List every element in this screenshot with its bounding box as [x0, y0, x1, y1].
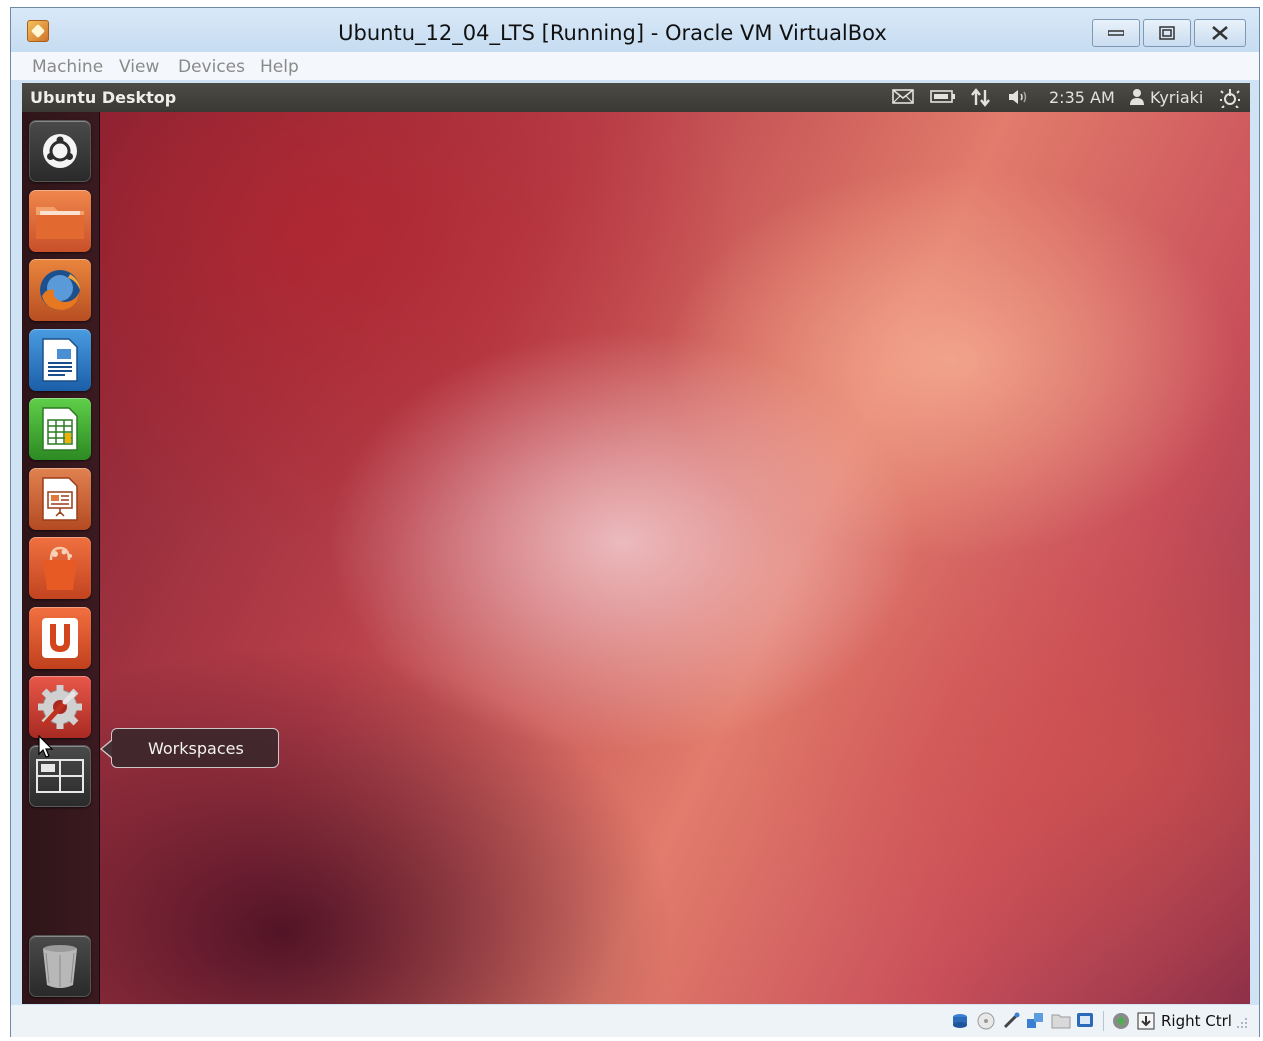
user-icon: [1129, 88, 1145, 107]
maximize-button[interactable]: [1143, 19, 1191, 47]
top-panel: Ubuntu Desktop 2:35 AM Kyriaki: [22, 83, 1250, 112]
trash-icon: [43, 945, 77, 988]
close-button[interactable]: [1194, 19, 1246, 47]
menu-machine[interactable]: Machine: [32, 57, 103, 77]
host-key-label: Right Ctrl: [1161, 1012, 1232, 1030]
launcher-software-center[interactable]: [29, 537, 91, 599]
launcher-libreoffice-writer[interactable]: [29, 329, 91, 391]
minimize-icon: [1108, 30, 1124, 36]
settings-icon: [38, 685, 82, 729]
tooltip-text: Workspaces: [148, 739, 244, 758]
writer-icon: [42, 338, 78, 382]
user-name[interactable]: Kyriaki: [1150, 88, 1203, 107]
hard-disk-icon[interactable]: [951, 1012, 969, 1030]
clock[interactable]: 2:35 AM: [1049, 88, 1115, 107]
launcher-libreoffice-calc[interactable]: [29, 398, 91, 460]
launcher-ubuntu-one[interactable]: [29, 607, 91, 669]
resize-grip-icon[interactable]: [1236, 1017, 1248, 1029]
unity-launcher: [22, 112, 100, 1004]
mouse-cursor-icon: [38, 735, 54, 758]
launcher-libreoffice-impress[interactable]: [29, 468, 91, 530]
usb-icon[interactable]: [1002, 1012, 1020, 1030]
virtualbox-window: Ubuntu_12_04_LTS [Running] - Oracle VM V…: [10, 7, 1260, 1037]
ubuntu-logo-icon: [43, 134, 77, 168]
shared-folders-icon[interactable]: [1051, 1012, 1071, 1030]
menu-view[interactable]: View: [119, 57, 159, 77]
battery-icon[interactable]: [930, 88, 956, 107]
shopping-bag-icon: [43, 546, 77, 590]
network-icon[interactable]: [970, 88, 992, 107]
title-bar[interactable]: Ubuntu_12_04_LTS [Running] - Oracle VM V…: [11, 8, 1259, 52]
mouse-integration-icon[interactable]: [1112, 1012, 1130, 1030]
status-divider: [1103, 1011, 1104, 1031]
desktop-wallpaper[interactable]: [22, 112, 1250, 1004]
launcher-system-settings[interactable]: [29, 676, 91, 738]
calc-icon: [42, 407, 78, 451]
workspaces-icon: [36, 759, 84, 793]
network-adapters-icon[interactable]: [1026, 1012, 1044, 1030]
power-gear-icon[interactable]: [1220, 88, 1240, 108]
restore-icon: [1159, 26, 1175, 40]
optical-drive-icon[interactable]: [977, 1012, 995, 1030]
launcher-home-folder[interactable]: [29, 190, 91, 252]
menu-bar: Machine View Devices Help: [11, 52, 1259, 80]
menu-devices[interactable]: Devices: [178, 57, 245, 77]
close-icon: [1212, 26, 1228, 40]
guest-screen[interactable]: Ubuntu Desktop 2:35 AM Kyriaki Workspace…: [22, 83, 1250, 1004]
status-bar: Right Ctrl: [11, 1005, 1259, 1037]
ubuntu-one-icon: [42, 618, 78, 658]
menu-help[interactable]: Help: [260, 57, 299, 77]
folder-icon: [36, 207, 84, 239]
volume-icon[interactable]: [1007, 88, 1031, 107]
display-icon[interactable]: [1076, 1012, 1094, 1030]
window-title: Ubuntu_12_04_LTS [Running] - Oracle VM V…: [338, 21, 887, 45]
minimize-button[interactable]: [1092, 19, 1140, 47]
launcher-tooltip: Workspaces: [100, 728, 279, 768]
launcher-dash-home[interactable]: [29, 120, 91, 182]
host-key-icon[interactable]: [1137, 1012, 1155, 1030]
firefox-icon: [40, 270, 80, 310]
panel-title: Ubuntu Desktop: [30, 88, 177, 107]
impress-icon: [42, 477, 78, 521]
launcher-firefox[interactable]: [29, 259, 91, 321]
launcher-trash[interactable]: [29, 935, 91, 997]
mail-icon[interactable]: [892, 88, 914, 107]
